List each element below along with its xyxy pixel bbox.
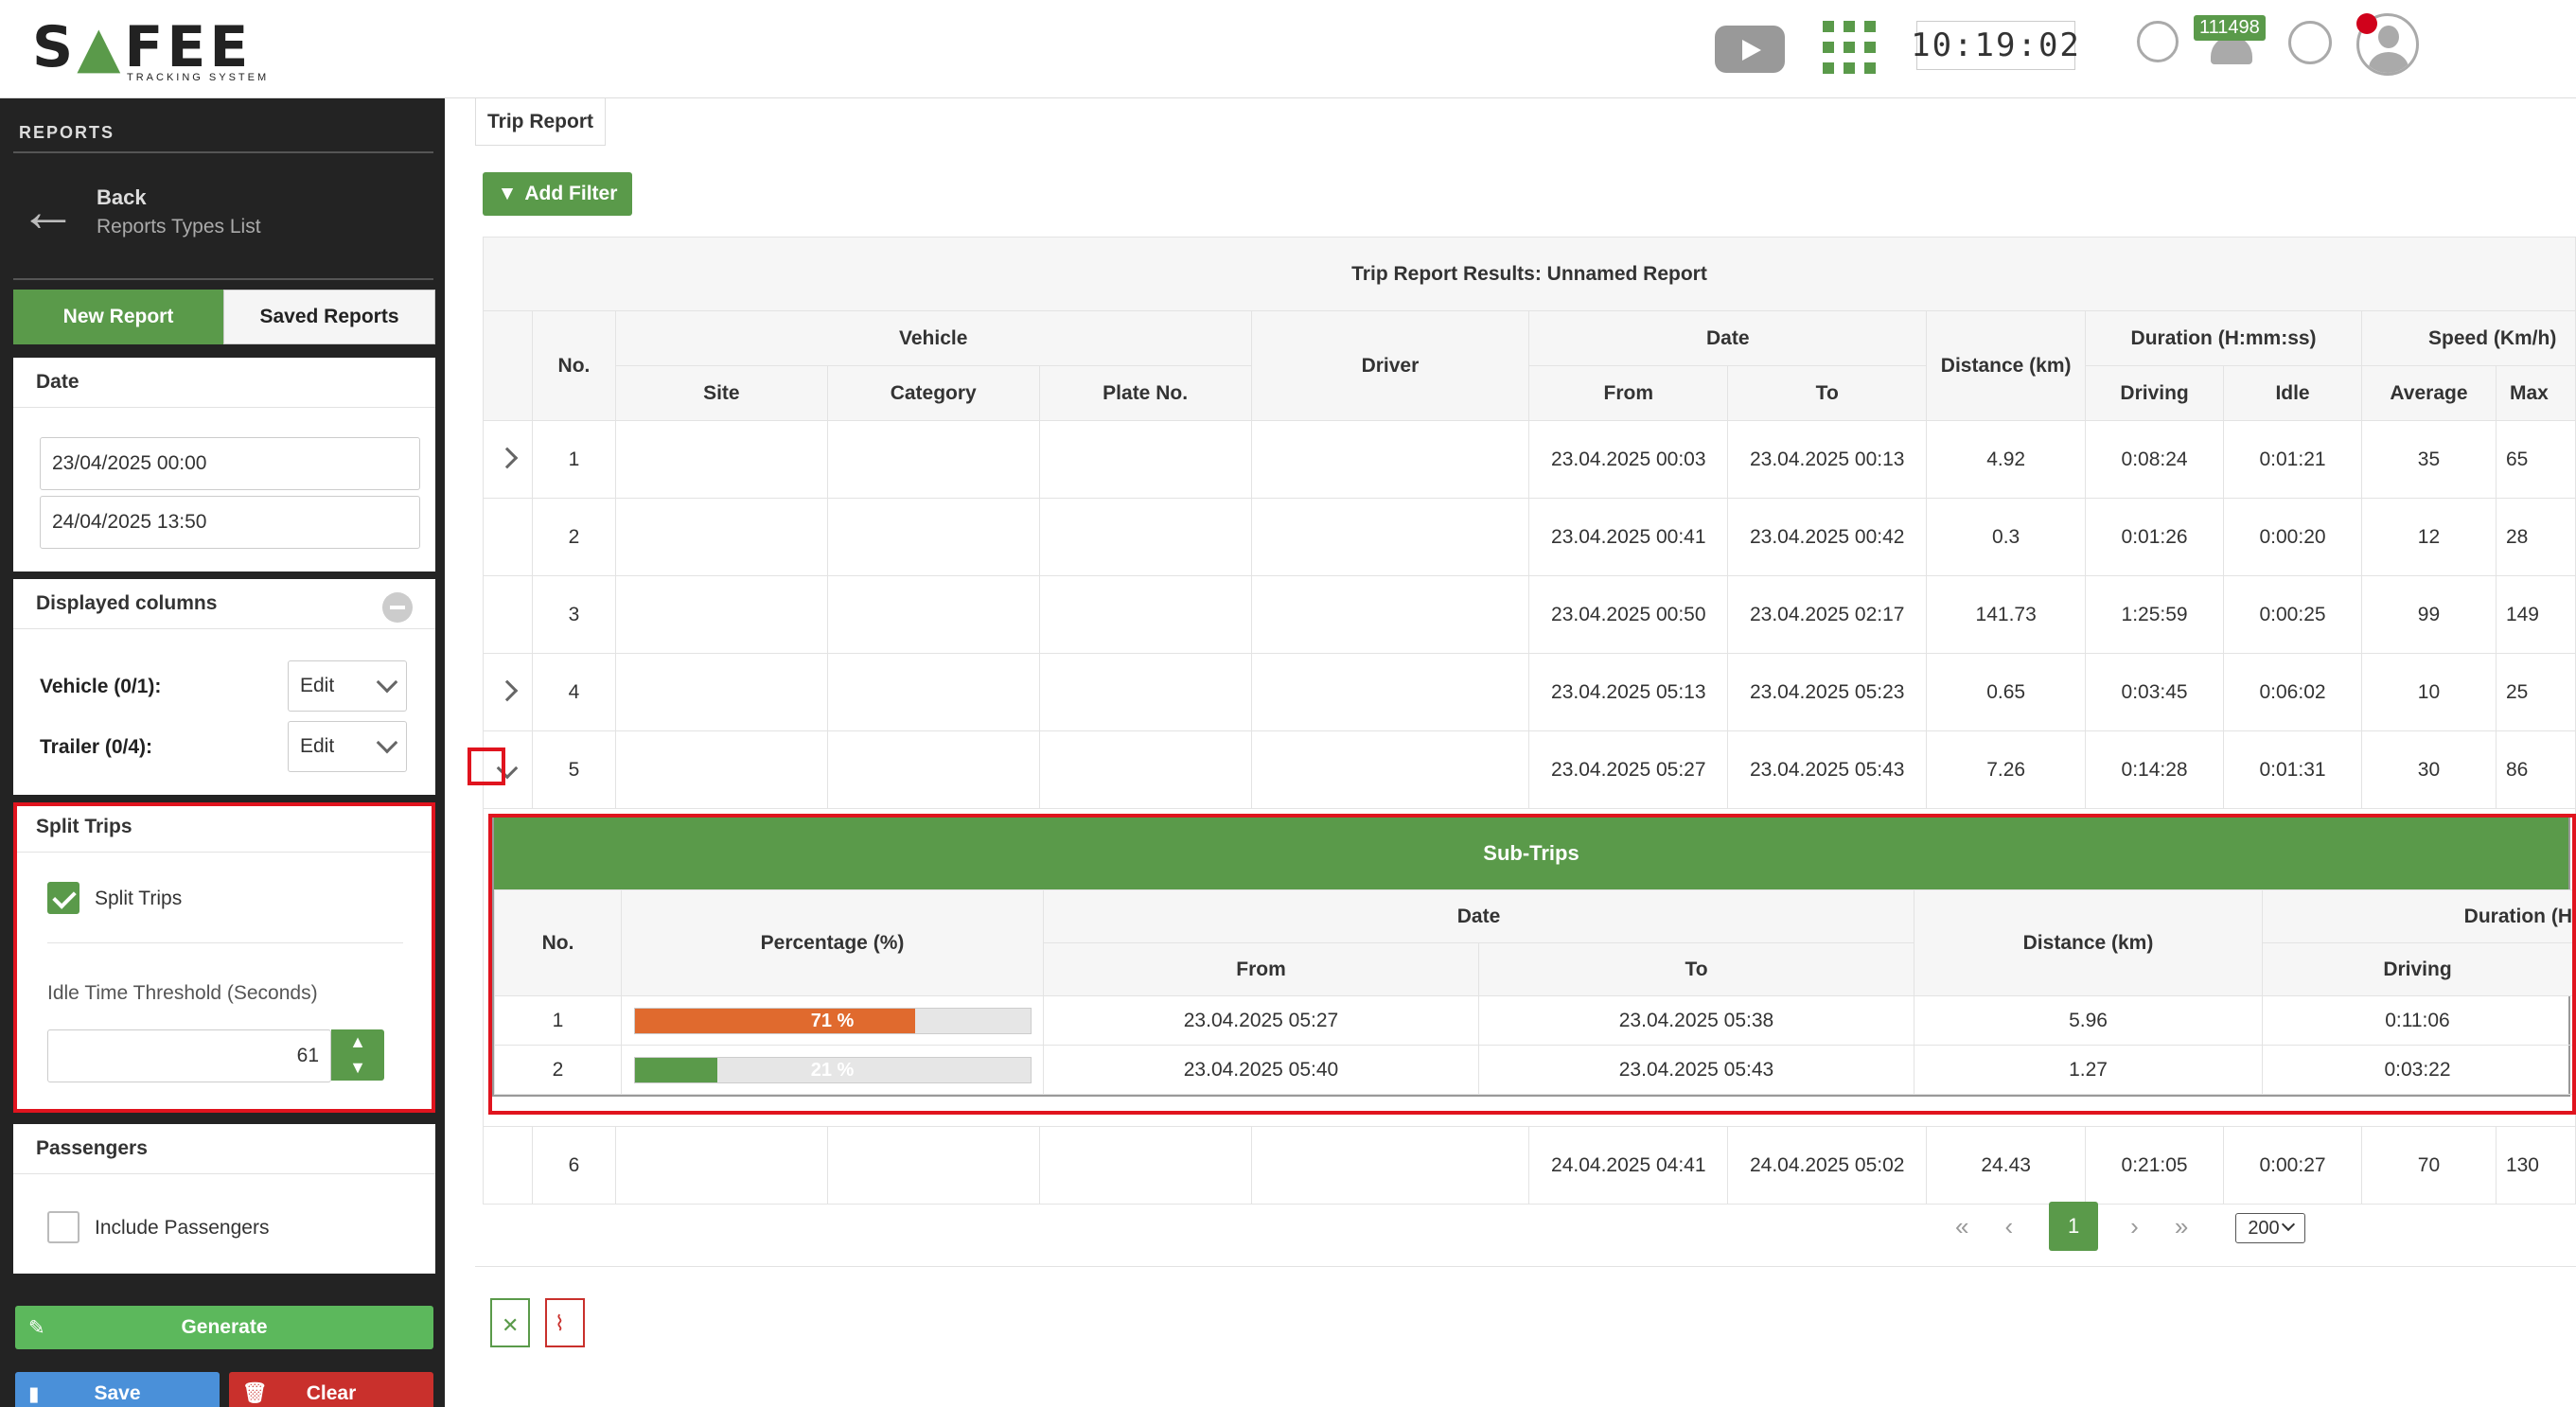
safee-logo[interactable]: S▲FEE TRACKING SYSTEM: [32, 19, 269, 83]
col-site[interactable]: Site: [614, 365, 828, 421]
include-passengers-checkbox[interactable]: [47, 1211, 79, 1243]
page-size-select[interactable]: 200: [2235, 1213, 2305, 1243]
next-page-button[interactable]: ›: [2130, 1212, 2139, 1241]
save-button[interactable]: ▮ Save: [15, 1372, 220, 1407]
col-driving[interactable]: Driving: [2085, 365, 2225, 421]
table-row: 2 23.04.2025 00:41 23.04.2025 00:42 0.3 0:…: [483, 498, 2576, 576]
sidebar-section-title: REPORTS: [19, 123, 115, 142]
col-from[interactable]: From: [1528, 365, 1729, 421]
clock-display: 10:19:02: [1911, 21, 2079, 70]
col-to[interactable]: To: [1727, 365, 1928, 421]
clear-button[interactable]: 🗑 Clear: [229, 1372, 433, 1407]
generate-button[interactable]: ✎ Generate: [15, 1306, 433, 1349]
top-bar: S▲FEE TRACKING SYSTEM 10:19:02 111498: [0, 0, 2576, 98]
notification-badge[interactable]: 111498: [2194, 15, 2266, 41]
back-link[interactable]: ← Back Reports Types List: [19, 179, 261, 244]
trailer-columns-label: Trailer (0/4):: [40, 736, 153, 758]
filter-icon: ▼: [497, 183, 518, 204]
results-title: Trip Report Results: Unnamed Report: [483, 237, 2576, 311]
passengers-heading: Passengers: [13, 1124, 435, 1174]
collapse-icon[interactable]: [382, 592, 413, 623]
back-title: Back: [97, 185, 147, 209]
highlight-subtrips: [488, 814, 2576, 1115]
vehicle-columns-edit[interactable]: Edit: [288, 660, 407, 712]
col-date: Date: [1528, 310, 1928, 366]
trash-icon: 🗑: [242, 1382, 268, 1404]
back-subtitle: Reports Types List: [97, 216, 261, 237]
col-distance[interactable]: Distance (km): [1926, 310, 2087, 421]
table-row: 4 23.04.2025 05:13 23.04.2025 05:23 0.65 0…: [483, 653, 2576, 731]
report-tabs: New Report Saved Reports: [13, 290, 435, 344]
current-page-button[interactable]: 1: [2049, 1202, 2099, 1251]
col-average[interactable]: Average: [2361, 365, 2497, 421]
highlight-split-trips: [13, 802, 435, 1113]
displayed-columns-heading: Displayed columns: [13, 579, 435, 629]
col-speed: Speed (Km/h): [2361, 310, 2576, 366]
apps-grid-icon[interactable]: [1823, 21, 1876, 74]
trailer-columns-edit[interactable]: Edit: [288, 721, 407, 772]
support-icon[interactable]: [2137, 21, 2179, 62]
col-no[interactable]: No.: [531, 310, 616, 421]
table-row: 1 23.04.2025 00:03 23.04.2025 00:13 4.92 0…: [483, 420, 2576, 499]
add-filter-button[interactable]: ▼ Add Filter: [483, 172, 632, 216]
passengers-panel: Passengers Include Passengers: [13, 1124, 435, 1274]
main-content: Trip Report ▼ Add Filter Trip Report Resu…: [445, 98, 2576, 1407]
expand-row-toggle[interactable]: [483, 420, 533, 499]
back-arrow-icon: ←: [19, 179, 78, 244]
col-vehicle: Vehicle: [614, 310, 1252, 366]
include-passengers-label: Include Passengers: [95, 1217, 270, 1239]
excel-export-icon[interactable]: ✕: [490, 1298, 530, 1347]
first-page-button[interactable]: «: [1955, 1212, 1968, 1241]
chevron-down-icon: [376, 731, 398, 754]
table-row: 3 23.04.2025 00:50 23.04.2025 02:17 141.7…: [483, 575, 2576, 654]
table-row: 5 23.04.2025 05:27 23.04.2025 05:43 7.26 0…: [483, 730, 2576, 809]
globe-icon[interactable]: [2288, 21, 2332, 64]
pdf-export-icon[interactable]: ⌇: [545, 1298, 585, 1347]
magic-wand-icon: ✎: [28, 1316, 45, 1339]
col-driver[interactable]: Driver: [1250, 310, 1530, 421]
chevron-down-icon: [376, 671, 398, 694]
col-idle[interactable]: Idle: [2223, 365, 2362, 421]
expand-column-header: [483, 310, 533, 421]
reports-sidebar: REPORTS ← Back Reports Types List New Re…: [0, 98, 445, 1407]
col-plate[interactable]: Plate No.: [1038, 365, 1252, 421]
date-heading: Date: [13, 358, 435, 408]
col-category[interactable]: Category: [826, 365, 1040, 421]
status-dot: [2356, 13, 2377, 34]
col-duration: Duration (H:mm:ss): [2085, 310, 2362, 366]
highlight-expand-toggle: [468, 747, 505, 785]
pagination: « ‹ 1 › »: [1955, 1202, 2188, 1251]
chevron-right-icon: [497, 447, 519, 468]
date-from-input[interactable]: 23/04/2025 00:00: [40, 437, 420, 490]
divider: [13, 151, 433, 153]
table-row: 6 24.04.2025 04:41 24.04.2025 05:02 24.43…: [483, 1126, 2576, 1205]
expand-row-toggle[interactable]: [483, 653, 533, 731]
date-to-input[interactable]: 24/04/2025 13:50: [40, 496, 420, 549]
tab-trip-report[interactable]: Trip Report: [475, 98, 607, 146]
col-max[interactable]: Max: [2495, 365, 2576, 421]
tab-saved-reports[interactable]: Saved Reports: [223, 290, 435, 344]
last-page-button[interactable]: »: [2175, 1212, 2188, 1241]
bookmark-icon: ▮: [28, 1382, 40, 1405]
divider: [13, 278, 433, 280]
chevron-down-icon: [2281, 1217, 2295, 1232]
prev-page-button[interactable]: ‹: [2004, 1212, 2013, 1241]
tab-new-report[interactable]: New Report: [13, 290, 223, 344]
play-video-icon[interactable]: [1715, 26, 1785, 73]
divider: [475, 1266, 2576, 1267]
displayed-columns-panel: Displayed columns Vehicle (0/1): Edit Tr…: [13, 579, 435, 795]
chevron-right-icon: [497, 679, 519, 701]
date-panel: Date 23/04/2025 00:00 24/04/2025 13:50: [13, 358, 435, 572]
vehicle-columns-label: Vehicle (0/1):: [40, 676, 162, 697]
